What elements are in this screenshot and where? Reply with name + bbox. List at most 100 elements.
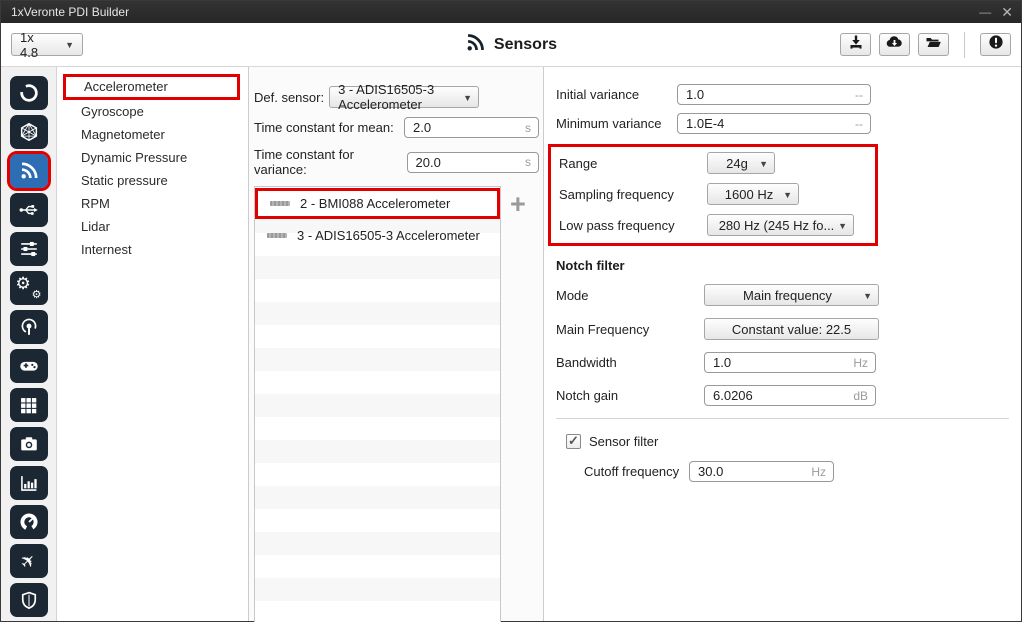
sensor-filter-label: Sensor filter <box>589 434 658 449</box>
usb-icon <box>17 199 41 221</box>
list-item-bmi088[interactable]: 2 - BMI088 Accelerometer <box>258 191 497 216</box>
sidebar-item-operation[interactable]: ✈ <box>10 544 48 578</box>
cutoff-frequency-input[interactable]: 30.0 Hz <box>689 461 834 482</box>
time-variance-value: 20.0 <box>416 155 441 170</box>
plane-icon: ✈ <box>16 548 42 574</box>
notch-filter-heading: Notch filter <box>556 258 1009 273</box>
menu-item-gyroscope[interactable]: Gyroscope <box>57 100 248 123</box>
bandwidth-label: Bandwidth <box>556 355 704 370</box>
list-item-adis16505[interactable]: 3 - ADIS16505-3 Accelerometer <box>255 223 500 248</box>
time-variance-input[interactable]: 20.0 s <box>407 152 539 173</box>
sampling-frequency-value: 1600 Hz <box>725 187 773 202</box>
cloud-download-icon <box>886 34 903 55</box>
sidebar-item-connections[interactable] <box>10 193 48 227</box>
low-pass-frequency-dropdown[interactable]: 280 Hz (245 Hz fo... ▼ <box>707 214 854 236</box>
sensor-menu: Accelerometer Gyroscope Magnetometer Dyn… <box>57 67 249 621</box>
minimize-button[interactable]: — <box>979 6 991 18</box>
bandwidth-unit: Hz <box>853 356 868 370</box>
cutoff-frequency-unit: Hz <box>811 465 826 479</box>
minimum-variance-input[interactable]: 1.0E-4 -- <box>677 113 871 134</box>
window-title: 1xVeronte PDI Builder <box>11 5 129 19</box>
initial-variance-input[interactable]: 1.0 -- <box>677 84 871 105</box>
save-button[interactable] <box>840 33 871 56</box>
def-sensor-dropdown[interactable]: 3 - ADIS16505-3 Accelerometer ▼ <box>329 86 479 108</box>
open-folder-button[interactable] <box>918 33 949 56</box>
main-frequency-value: Constant value: 22.5 <box>732 322 851 337</box>
section-divider <box>556 418 1009 419</box>
minimum-variance-label: Minimum variance <box>556 116 677 131</box>
sidebar-item-safety[interactable] <box>10 583 48 617</box>
icon-sidebar: ⚙⚙ ✈ <box>1 67 57 621</box>
sidebar-item-automations[interactable]: ⚙⚙ <box>10 271 48 305</box>
minimum-variance-unit: -- <box>855 117 863 131</box>
menu-item-rpm[interactable]: RPM <box>57 192 248 215</box>
save-icon <box>848 34 864 55</box>
toolbar-actions <box>840 32 1011 58</box>
camera-icon <box>18 433 40 455</box>
chevron-down-icon: ▼ <box>838 221 847 231</box>
mode-value: Main frequency <box>743 288 832 303</box>
time-mean-input[interactable]: 2.0 s <box>404 117 539 138</box>
main-area: ⚙⚙ ✈ Accelerometer Gyroscope Magnetomete… <box>1 67 1021 621</box>
sampling-frequency-label: Sampling frequency <box>559 187 707 202</box>
config-panel: Initial variance 1.0 -- Minimum variance… <box>543 67 1021 621</box>
range-group-highlight: Range 24g ▼ Sampling frequency 1600 Hz ▼… <box>548 144 878 246</box>
grid-icon <box>18 395 39 416</box>
menu-item-internest[interactable]: Internest <box>57 238 248 261</box>
info-button[interactable] <box>980 33 1011 56</box>
menu-item-accelerometer[interactable]: Accelerometer <box>66 77 237 97</box>
initial-variance-value: 1.0 <box>686 87 704 102</box>
notch-gain-input[interactable]: 6.0206 dB <box>704 385 876 406</box>
sidebar-item-blocks[interactable] <box>10 388 48 422</box>
toolbar: 1x 4.8 ▼ Sensors <box>1 23 1021 67</box>
gear-icon: ⚙ <box>32 290 42 301</box>
sidebar-item-veronte[interactable] <box>10 76 48 110</box>
range-dropdown[interactable]: 24g ▼ <box>707 152 775 174</box>
version-dropdown-value: 1x 4.8 <box>20 30 51 60</box>
version-dropdown[interactable]: 1x 4.8 ▼ <box>11 33 83 56</box>
sidebar-item-sensors[interactable] <box>10 154 48 188</box>
bandwidth-value: 1.0 <box>713 355 731 370</box>
drag-handle-icon[interactable] <box>270 201 290 206</box>
sidebar-item-mesh[interactable] <box>10 115 48 149</box>
sidebar-item-stick[interactable] <box>10 349 48 383</box>
toolbar-separator <box>964 32 965 58</box>
list-item-label: 2 - BMI088 Accelerometer <box>300 196 450 211</box>
menu-item-static-pressure[interactable]: Static pressure <box>57 169 248 192</box>
time-variance-unit: s <box>525 155 531 169</box>
gauge-icon <box>18 511 40 533</box>
close-button[interactable]: ✕ <box>1001 6 1013 18</box>
chevron-down-icon: ▼ <box>863 291 872 301</box>
broadcast-icon <box>18 316 40 338</box>
notch-gain-label: Notch gain <box>556 388 704 403</box>
time-mean-unit: s <box>525 121 531 135</box>
def-sensor-value: 3 - ADIS16505-3 Accelerometer <box>338 82 462 112</box>
sidebar-item-stats[interactable] <box>10 466 48 500</box>
drag-handle-icon[interactable] <box>267 233 287 238</box>
accelerometer-panel: Def. sensor: 3 - ADIS16505-3 Acceleromet… <box>249 67 543 621</box>
bandwidth-input[interactable]: 1.0 Hz <box>704 352 876 373</box>
menu-item-dynamic-pressure[interactable]: Dynamic Pressure <box>57 146 248 169</box>
sidebar-item-camera[interactable] <box>10 427 48 461</box>
gear-icon: ⚙ <box>16 275 31 292</box>
mode-label: Mode <box>556 288 704 303</box>
cutoff-frequency-value: 30.0 <box>698 464 723 479</box>
sidebar-item-hil[interactable] <box>10 505 48 539</box>
app-window: 1xVeronte PDI Builder — ✕ 1x 4.8 ▼ Senso… <box>0 0 1022 622</box>
rss-icon <box>465 32 486 58</box>
menu-item-lidar[interactable]: Lidar <box>57 215 248 238</box>
sidebar-item-control[interactable] <box>10 232 48 266</box>
range-label: Range <box>559 156 707 171</box>
sensor-filter-checkbox[interactable] <box>566 434 581 449</box>
mode-dropdown[interactable]: Main frequency ▼ <box>704 284 879 306</box>
add-sensor-button[interactable]: + <box>510 193 526 622</box>
sampling-frequency-dropdown[interactable]: 1600 Hz ▼ <box>707 183 799 205</box>
sidebar-item-telemetry[interactable] <box>10 310 48 344</box>
chevron-down-icon: ▼ <box>463 93 472 103</box>
menu-item-magnetometer[interactable]: Magnetometer <box>57 123 248 146</box>
sliders-icon <box>18 238 40 260</box>
selected-menu-highlight: Accelerometer <box>63 74 240 100</box>
main-frequency-button[interactable]: Constant value: 22.5 <box>704 318 879 340</box>
notch-gain-unit: dB <box>853 389 868 403</box>
cloud-download-button[interactable] <box>879 33 910 56</box>
